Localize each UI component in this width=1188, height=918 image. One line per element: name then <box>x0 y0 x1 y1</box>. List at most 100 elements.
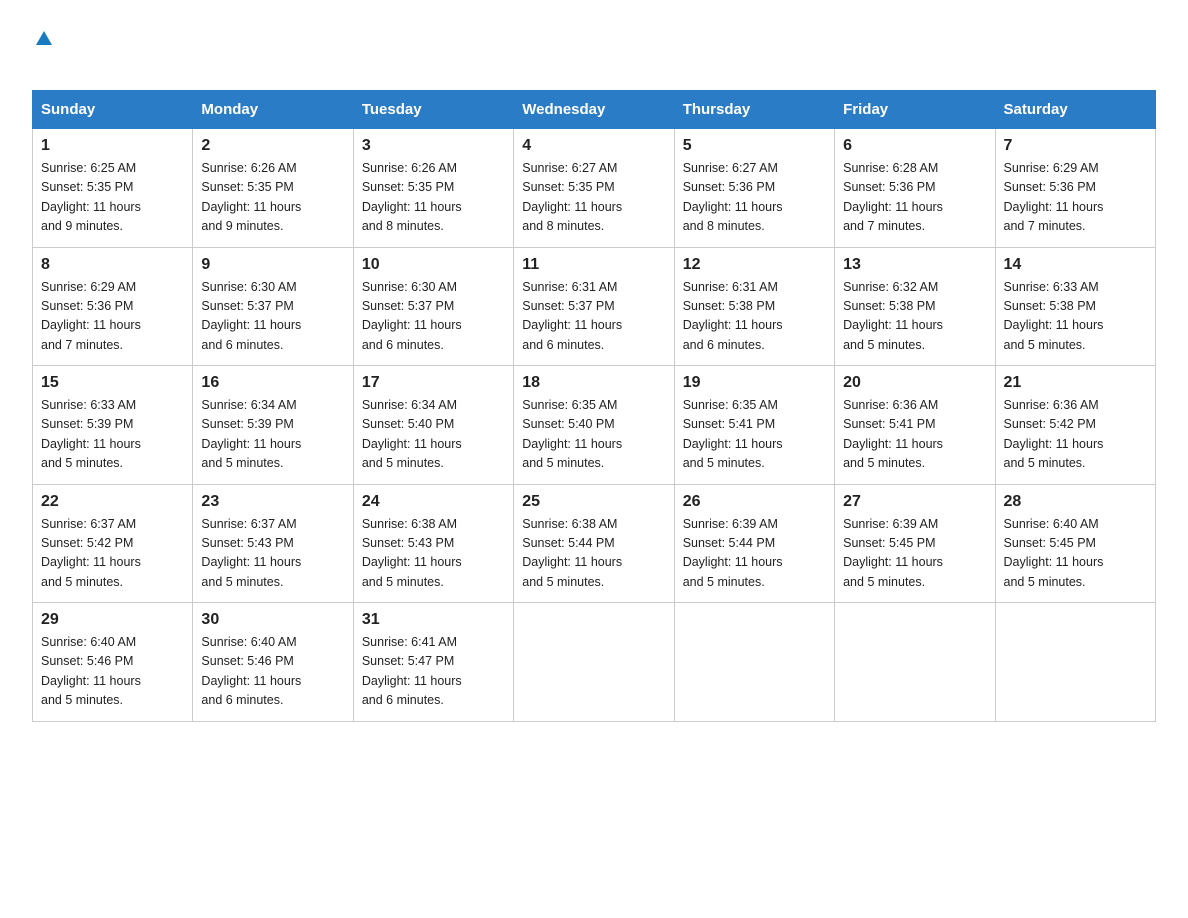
calendar-cell <box>995 603 1155 722</box>
day-info: Sunrise: 6:41 AMSunset: 5:47 PMDaylight:… <box>362 633 505 711</box>
day-number: 18 <box>522 374 665 392</box>
day-info: Sunrise: 6:30 AMSunset: 5:37 PMDaylight:… <box>201 278 344 356</box>
calendar-week-row: 29 Sunrise: 6:40 AMSunset: 5:46 PMDaylig… <box>33 603 1156 722</box>
page-header <box>32 24 1156 78</box>
day-info: Sunrise: 6:26 AMSunset: 5:35 PMDaylight:… <box>362 159 505 237</box>
calendar-cell: 7 Sunrise: 6:29 AMSunset: 5:36 PMDayligh… <box>995 129 1155 248</box>
calendar-header-row: SundayMondayTuesdayWednesdayThursdayFrid… <box>33 91 1156 129</box>
day-number: 15 <box>41 374 184 392</box>
day-number: 4 <box>522 137 665 155</box>
day-info: Sunrise: 6:40 AMSunset: 5:46 PMDaylight:… <box>201 633 344 711</box>
calendar-cell: 1 Sunrise: 6:25 AMSunset: 5:35 PMDayligh… <box>33 129 193 248</box>
calendar-cell <box>835 603 995 722</box>
calendar-cell: 13 Sunrise: 6:32 AMSunset: 5:38 PMDaylig… <box>835 247 995 366</box>
calendar-cell: 15 Sunrise: 6:33 AMSunset: 5:39 PMDaylig… <box>33 366 193 485</box>
day-number: 13 <box>843 256 986 274</box>
day-number: 8 <box>41 256 184 274</box>
calendar-cell: 26 Sunrise: 6:39 AMSunset: 5:44 PMDaylig… <box>674 484 834 603</box>
logo-triangle-icon <box>35 29 53 47</box>
day-info: Sunrise: 6:37 AMSunset: 5:43 PMDaylight:… <box>201 515 344 593</box>
day-number: 2 <box>201 137 344 155</box>
day-number: 5 <box>683 137 826 155</box>
day-number: 23 <box>201 493 344 511</box>
day-number: 22 <box>41 493 184 511</box>
calendar-cell: 18 Sunrise: 6:35 AMSunset: 5:40 PMDaylig… <box>514 366 674 485</box>
calendar-cell: 20 Sunrise: 6:36 AMSunset: 5:41 PMDaylig… <box>835 366 995 485</box>
day-info: Sunrise: 6:40 AMSunset: 5:45 PMDaylight:… <box>1004 515 1147 593</box>
day-info: Sunrise: 6:40 AMSunset: 5:46 PMDaylight:… <box>41 633 184 711</box>
column-header-saturday: Saturday <box>995 91 1155 129</box>
day-number: 27 <box>843 493 986 511</box>
day-info: Sunrise: 6:33 AMSunset: 5:38 PMDaylight:… <box>1004 278 1147 356</box>
day-number: 11 <box>522 256 665 274</box>
column-header-wednesday: Wednesday <box>514 91 674 129</box>
day-info: Sunrise: 6:35 AMSunset: 5:40 PMDaylight:… <box>522 396 665 474</box>
day-number: 24 <box>362 493 505 511</box>
day-number: 10 <box>362 256 505 274</box>
day-number: 14 <box>1004 256 1147 274</box>
calendar-cell: 10 Sunrise: 6:30 AMSunset: 5:37 PMDaylig… <box>353 247 513 366</box>
day-number: 20 <box>843 374 986 392</box>
day-info: Sunrise: 6:26 AMSunset: 5:35 PMDaylight:… <box>201 159 344 237</box>
day-info: Sunrise: 6:39 AMSunset: 5:44 PMDaylight:… <box>683 515 826 593</box>
day-info: Sunrise: 6:27 AMSunset: 5:35 PMDaylight:… <box>522 159 665 237</box>
calendar-week-row: 1 Sunrise: 6:25 AMSunset: 5:35 PMDayligh… <box>33 129 1156 248</box>
day-info: Sunrise: 6:34 AMSunset: 5:40 PMDaylight:… <box>362 396 505 474</box>
day-number: 17 <box>362 374 505 392</box>
calendar-cell: 8 Sunrise: 6:29 AMSunset: 5:36 PMDayligh… <box>33 247 193 366</box>
day-number: 31 <box>362 611 505 629</box>
day-info: Sunrise: 6:33 AMSunset: 5:39 PMDaylight:… <box>41 396 184 474</box>
calendar-cell: 19 Sunrise: 6:35 AMSunset: 5:41 PMDaylig… <box>674 366 834 485</box>
calendar-cell: 11 Sunrise: 6:31 AMSunset: 5:37 PMDaylig… <box>514 247 674 366</box>
day-number: 21 <box>1004 374 1147 392</box>
day-info: Sunrise: 6:29 AMSunset: 5:36 PMDaylight:… <box>1004 159 1147 237</box>
day-info: Sunrise: 6:30 AMSunset: 5:37 PMDaylight:… <box>362 278 505 356</box>
day-number: 1 <box>41 137 184 155</box>
day-number: 12 <box>683 256 826 274</box>
calendar-cell: 14 Sunrise: 6:33 AMSunset: 5:38 PMDaylig… <box>995 247 1155 366</box>
day-info: Sunrise: 6:36 AMSunset: 5:42 PMDaylight:… <box>1004 396 1147 474</box>
calendar-cell: 16 Sunrise: 6:34 AMSunset: 5:39 PMDaylig… <box>193 366 353 485</box>
day-number: 9 <box>201 256 344 274</box>
day-info: Sunrise: 6:39 AMSunset: 5:45 PMDaylight:… <box>843 515 986 593</box>
calendar-cell: 9 Sunrise: 6:30 AMSunset: 5:37 PMDayligh… <box>193 247 353 366</box>
calendar-cell: 28 Sunrise: 6:40 AMSunset: 5:45 PMDaylig… <box>995 484 1155 603</box>
calendar-cell: 27 Sunrise: 6:39 AMSunset: 5:45 PMDaylig… <box>835 484 995 603</box>
day-info: Sunrise: 6:31 AMSunset: 5:38 PMDaylight:… <box>683 278 826 356</box>
day-info: Sunrise: 6:32 AMSunset: 5:38 PMDaylight:… <box>843 278 986 356</box>
calendar-cell: 5 Sunrise: 6:27 AMSunset: 5:36 PMDayligh… <box>674 129 834 248</box>
day-number: 29 <box>41 611 184 629</box>
day-number: 6 <box>843 137 986 155</box>
calendar-cell: 2 Sunrise: 6:26 AMSunset: 5:35 PMDayligh… <box>193 129 353 248</box>
calendar-cell <box>514 603 674 722</box>
calendar-cell: 4 Sunrise: 6:27 AMSunset: 5:35 PMDayligh… <box>514 129 674 248</box>
calendar-cell: 6 Sunrise: 6:28 AMSunset: 5:36 PMDayligh… <box>835 129 995 248</box>
day-number: 28 <box>1004 493 1147 511</box>
day-number: 30 <box>201 611 344 629</box>
day-info: Sunrise: 6:25 AMSunset: 5:35 PMDaylight:… <box>41 159 184 237</box>
calendar-cell: 12 Sunrise: 6:31 AMSunset: 5:38 PMDaylig… <box>674 247 834 366</box>
column-header-friday: Friday <box>835 91 995 129</box>
column-header-tuesday: Tuesday <box>353 91 513 129</box>
calendar-cell <box>674 603 834 722</box>
calendar-cell: 22 Sunrise: 6:37 AMSunset: 5:42 PMDaylig… <box>33 484 193 603</box>
calendar-cell: 17 Sunrise: 6:34 AMSunset: 5:40 PMDaylig… <box>353 366 513 485</box>
day-info: Sunrise: 6:37 AMSunset: 5:42 PMDaylight:… <box>41 515 184 593</box>
day-info: Sunrise: 6:36 AMSunset: 5:41 PMDaylight:… <box>843 396 986 474</box>
calendar-cell: 23 Sunrise: 6:37 AMSunset: 5:43 PMDaylig… <box>193 484 353 603</box>
column-header-monday: Monday <box>193 91 353 129</box>
day-number: 19 <box>683 374 826 392</box>
day-number: 16 <box>201 374 344 392</box>
day-info: Sunrise: 6:38 AMSunset: 5:43 PMDaylight:… <box>362 515 505 593</box>
day-info: Sunrise: 6:31 AMSunset: 5:37 PMDaylight:… <box>522 278 665 356</box>
calendar-cell: 3 Sunrise: 6:26 AMSunset: 5:35 PMDayligh… <box>353 129 513 248</box>
calendar-cell: 31 Sunrise: 6:41 AMSunset: 5:47 PMDaylig… <box>353 603 513 722</box>
calendar-week-row: 22 Sunrise: 6:37 AMSunset: 5:42 PMDaylig… <box>33 484 1156 603</box>
calendar-week-row: 8 Sunrise: 6:29 AMSunset: 5:36 PMDayligh… <box>33 247 1156 366</box>
day-info: Sunrise: 6:38 AMSunset: 5:44 PMDaylight:… <box>522 515 665 593</box>
day-number: 26 <box>683 493 826 511</box>
calendar-cell: 29 Sunrise: 6:40 AMSunset: 5:46 PMDaylig… <box>33 603 193 722</box>
calendar-cell: 25 Sunrise: 6:38 AMSunset: 5:44 PMDaylig… <box>514 484 674 603</box>
day-info: Sunrise: 6:29 AMSunset: 5:36 PMDaylight:… <box>41 278 184 356</box>
day-info: Sunrise: 6:27 AMSunset: 5:36 PMDaylight:… <box>683 159 826 237</box>
